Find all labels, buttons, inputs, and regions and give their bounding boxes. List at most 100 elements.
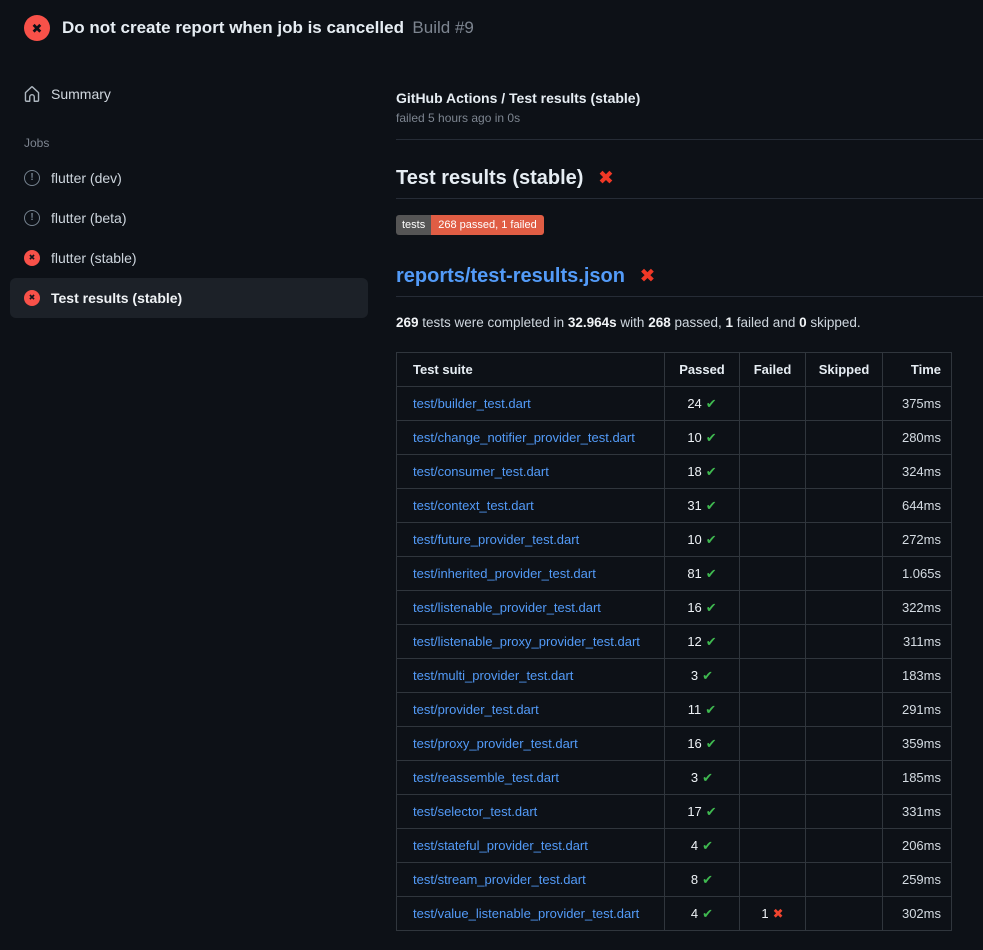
check-icon: ✔ <box>706 566 717 581</box>
test-suite-link[interactable]: test/value_listenable_provider_test.dart <box>413 906 639 921</box>
test-suite-cell: test/inherited_provider_test.dart <box>397 557 665 591</box>
table-row: test/listenable_provider_test.dart16✔322… <box>397 591 952 625</box>
check-run-header: ✖ Do not create report when job is cance… <box>0 0 983 54</box>
test-suite-link[interactable]: test/listenable_proxy_provider_test.dart <box>413 634 640 649</box>
col-header-skipped: Skipped <box>806 353 883 387</box>
passed-cell: 24✔ <box>665 387 740 421</box>
test-suite-cell: test/listenable_provider_test.dart <box>397 591 665 625</box>
sidebar-item-test-results-stable[interactable]: ✖ Test results (stable) <box>10 278 368 318</box>
job-neutral-icon: ! <box>24 170 40 186</box>
test-suite-link[interactable]: test/provider_test.dart <box>413 702 539 717</box>
time-cell: 272ms <box>883 523 952 557</box>
test-suite-link[interactable]: test/proxy_provider_test.dart <box>413 736 578 751</box>
sidebar-item-label: Summary <box>51 86 111 102</box>
failed-cross-icon: ✖ <box>640 266 656 287</box>
sidebar-item-flutter-stable[interactable]: ✖ flutter (stable) <box>10 238 368 278</box>
test-suite-link[interactable]: test/context_test.dart <box>413 498 534 513</box>
workflow-breadcrumb: GitHub Actions / Test results (stable) <box>396 90 983 106</box>
job-failed-icon: ✖ <box>24 250 40 266</box>
test-suite-link[interactable]: test/listenable_provider_test.dart <box>413 600 601 615</box>
passed-cell: 12✔ <box>665 625 740 659</box>
passed-cell: 81 ✔ <box>665 557 740 591</box>
time-cell: 302ms <box>883 897 952 931</box>
check-icon: ✔ <box>706 430 717 445</box>
skipped-cell <box>806 897 883 931</box>
test-suite-cell: test/builder_test.dart <box>397 387 665 421</box>
col-header-test-suite: Test suite <box>397 353 665 387</box>
count-value: 1 <box>761 906 768 921</box>
skipped-cell <box>806 489 883 523</box>
failed-cell <box>740 693 806 727</box>
sidebar-item-label: Test results (stable) <box>51 290 182 306</box>
test-suite-cell: test/proxy_provider_test.dart <box>397 727 665 761</box>
skipped-cell <box>806 761 883 795</box>
test-suite-link[interactable]: test/builder_test.dart <box>413 396 531 411</box>
run-status-meta: failed 5 hours ago in 0s <box>396 111 983 125</box>
test-suite-cell: test/provider_test.dart <box>397 693 665 727</box>
check-icon: ✔ <box>702 906 713 921</box>
count-value: 18 <box>687 464 701 479</box>
table-row: test/builder_test.dart 24✔ 375ms <box>397 387 952 421</box>
test-suite-cell: test/consumer_test.dart <box>397 455 665 489</box>
time-cell: 359ms <box>883 727 952 761</box>
count-value: 3 <box>691 770 698 785</box>
test-results-table: Test suite Passed Failed Skipped Time te… <box>396 352 952 931</box>
tests-status-badge[interactable]: tests 268 passed, 1 failed <box>396 215 544 235</box>
sidebar-item-summary[interactable]: Summary <box>10 78 368 110</box>
test-suite-link[interactable]: test/consumer_test.dart <box>413 464 549 479</box>
sidebar-item-flutter-dev[interactable]: ! flutter (dev) <box>10 158 368 198</box>
count-value: 3 <box>691 668 698 683</box>
skipped-cell <box>806 455 883 489</box>
check-icon: ✔ <box>702 668 713 683</box>
skipped-cell <box>806 727 883 761</box>
skipped-cell <box>806 421 883 455</box>
test-suite-link[interactable]: test/stream_provider_test.dart <box>413 872 586 887</box>
time-cell: 375ms <box>883 387 952 421</box>
failed-cell <box>740 523 806 557</box>
failed-cell <box>740 625 806 659</box>
test-suite-cell: test/selector_test.dart <box>397 795 665 829</box>
count-value: 81 <box>687 566 701 581</box>
jobs-sidebar: Summary Jobs ! flutter (dev) ! flutter (… <box>0 54 396 318</box>
col-header-time: Time <box>883 353 952 387</box>
header-divider <box>396 139 983 140</box>
col-header-passed: Passed <box>665 353 740 387</box>
skipped-cell <box>806 829 883 863</box>
test-suite-link[interactable]: test/reassemble_test.dart <box>413 770 559 785</box>
check-icon: ✔ <box>705 702 716 717</box>
report-file-link[interactable]: reports/test-results.json <box>396 265 625 287</box>
test-suite-cell: test/stateful_provider_test.dart <box>397 829 665 863</box>
test-suite-link[interactable]: test/future_provider_test.dart <box>413 532 579 547</box>
test-suite-cell: test/multi_provider_test.dart <box>397 659 665 693</box>
table-row: test/inherited_provider_test.dart81✔1.06… <box>397 557 952 591</box>
count-value: 16 <box>687 736 701 751</box>
time-cell: 280ms <box>883 421 952 455</box>
table-row: test/reassemble_test.dart3✔185ms <box>397 761 952 795</box>
failed-cell <box>740 421 806 455</box>
table-row: test/change_notifier_provider_test.dart1… <box>397 421 952 455</box>
test-suite-cell: test/listenable_proxy_provider_test.dart <box>397 625 665 659</box>
test-suite-link[interactable]: test/selector_test.dart <box>413 804 537 819</box>
table-row: test/consumer_test.dart18✔324ms <box>397 455 952 489</box>
test-suite-link[interactable]: test/inherited_provider_test.dart <box>413 566 596 581</box>
passed-cell: 11✔ <box>665 693 740 727</box>
failed-cell <box>740 591 806 625</box>
test-suite-link[interactable]: test/change_notifier_provider_test.dart <box>413 430 635 445</box>
passed-cell: 18✔ <box>665 455 740 489</box>
test-suite-link[interactable]: test/multi_provider_test.dart <box>413 668 573 683</box>
check-icon: ✔ <box>706 804 717 819</box>
count-value: 12 <box>687 634 701 649</box>
time-cell: 331ms <box>883 795 952 829</box>
test-suite-link[interactable]: test/stateful_provider_test.dart <box>413 838 588 853</box>
check-icon: ✔ <box>706 532 717 547</box>
table-row: test/multi_provider_test.dart3✔183ms <box>397 659 952 693</box>
time-cell: 259ms <box>883 863 952 897</box>
check-icon: ✔ <box>702 872 713 887</box>
passed-cell: 4✔ <box>665 897 740 931</box>
skipped-cell <box>806 795 883 829</box>
col-header-failed: Failed <box>740 353 806 387</box>
failed-cell <box>740 659 806 693</box>
sidebar-item-flutter-beta[interactable]: ! flutter (beta) <box>10 198 368 238</box>
report-heading: reports/test-results.json ✖ <box>396 263 983 297</box>
passed-cell: 8✔ <box>665 863 740 897</box>
